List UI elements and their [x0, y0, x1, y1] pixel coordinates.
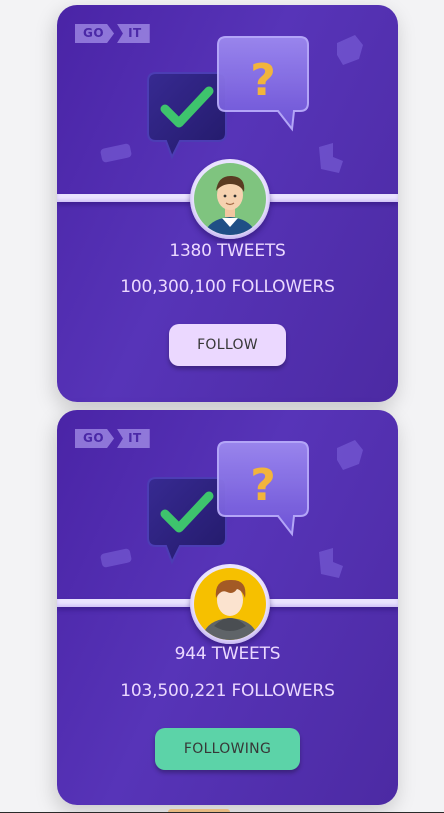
- follow-button[interactable]: FOLLOW: [169, 324, 286, 366]
- check-bubble-icon: [147, 72, 227, 160]
- svg-text:?: ?: [250, 55, 276, 106]
- decor-cube-icon: [337, 440, 363, 470]
- followers-count: 100,300,100 FOLLOWERS: [120, 277, 335, 297]
- user-card: GO IT ?: [57, 5, 398, 402]
- avatar: [190, 159, 270, 239]
- question-bubble-icon: ?: [217, 36, 309, 132]
- hooded-user-avatar-icon: [194, 568, 266, 640]
- decor-cube-icon: [337, 35, 363, 65]
- decor-pill-icon: [100, 548, 132, 568]
- following-button[interactable]: FOLLOWING: [155, 728, 300, 770]
- avatar: [190, 564, 270, 644]
- decor-block-icon: [319, 143, 343, 173]
- tweets-count: 1380 TWEETS: [169, 241, 286, 261]
- tweets-count: 944 TWEETS: [174, 644, 281, 664]
- male-user-avatar-icon: [194, 163, 266, 235]
- check-bubble-icon: [147, 477, 227, 565]
- question-bubble-icon: ?: [217, 441, 309, 537]
- followers-count: 103,500,221 FOLLOWERS: [120, 681, 335, 701]
- user-card: GO IT ?: [57, 410, 398, 805]
- decor-pill-icon: [100, 143, 132, 163]
- decor-block-icon: [319, 548, 343, 578]
- svg-text:?: ?: [250, 460, 276, 511]
